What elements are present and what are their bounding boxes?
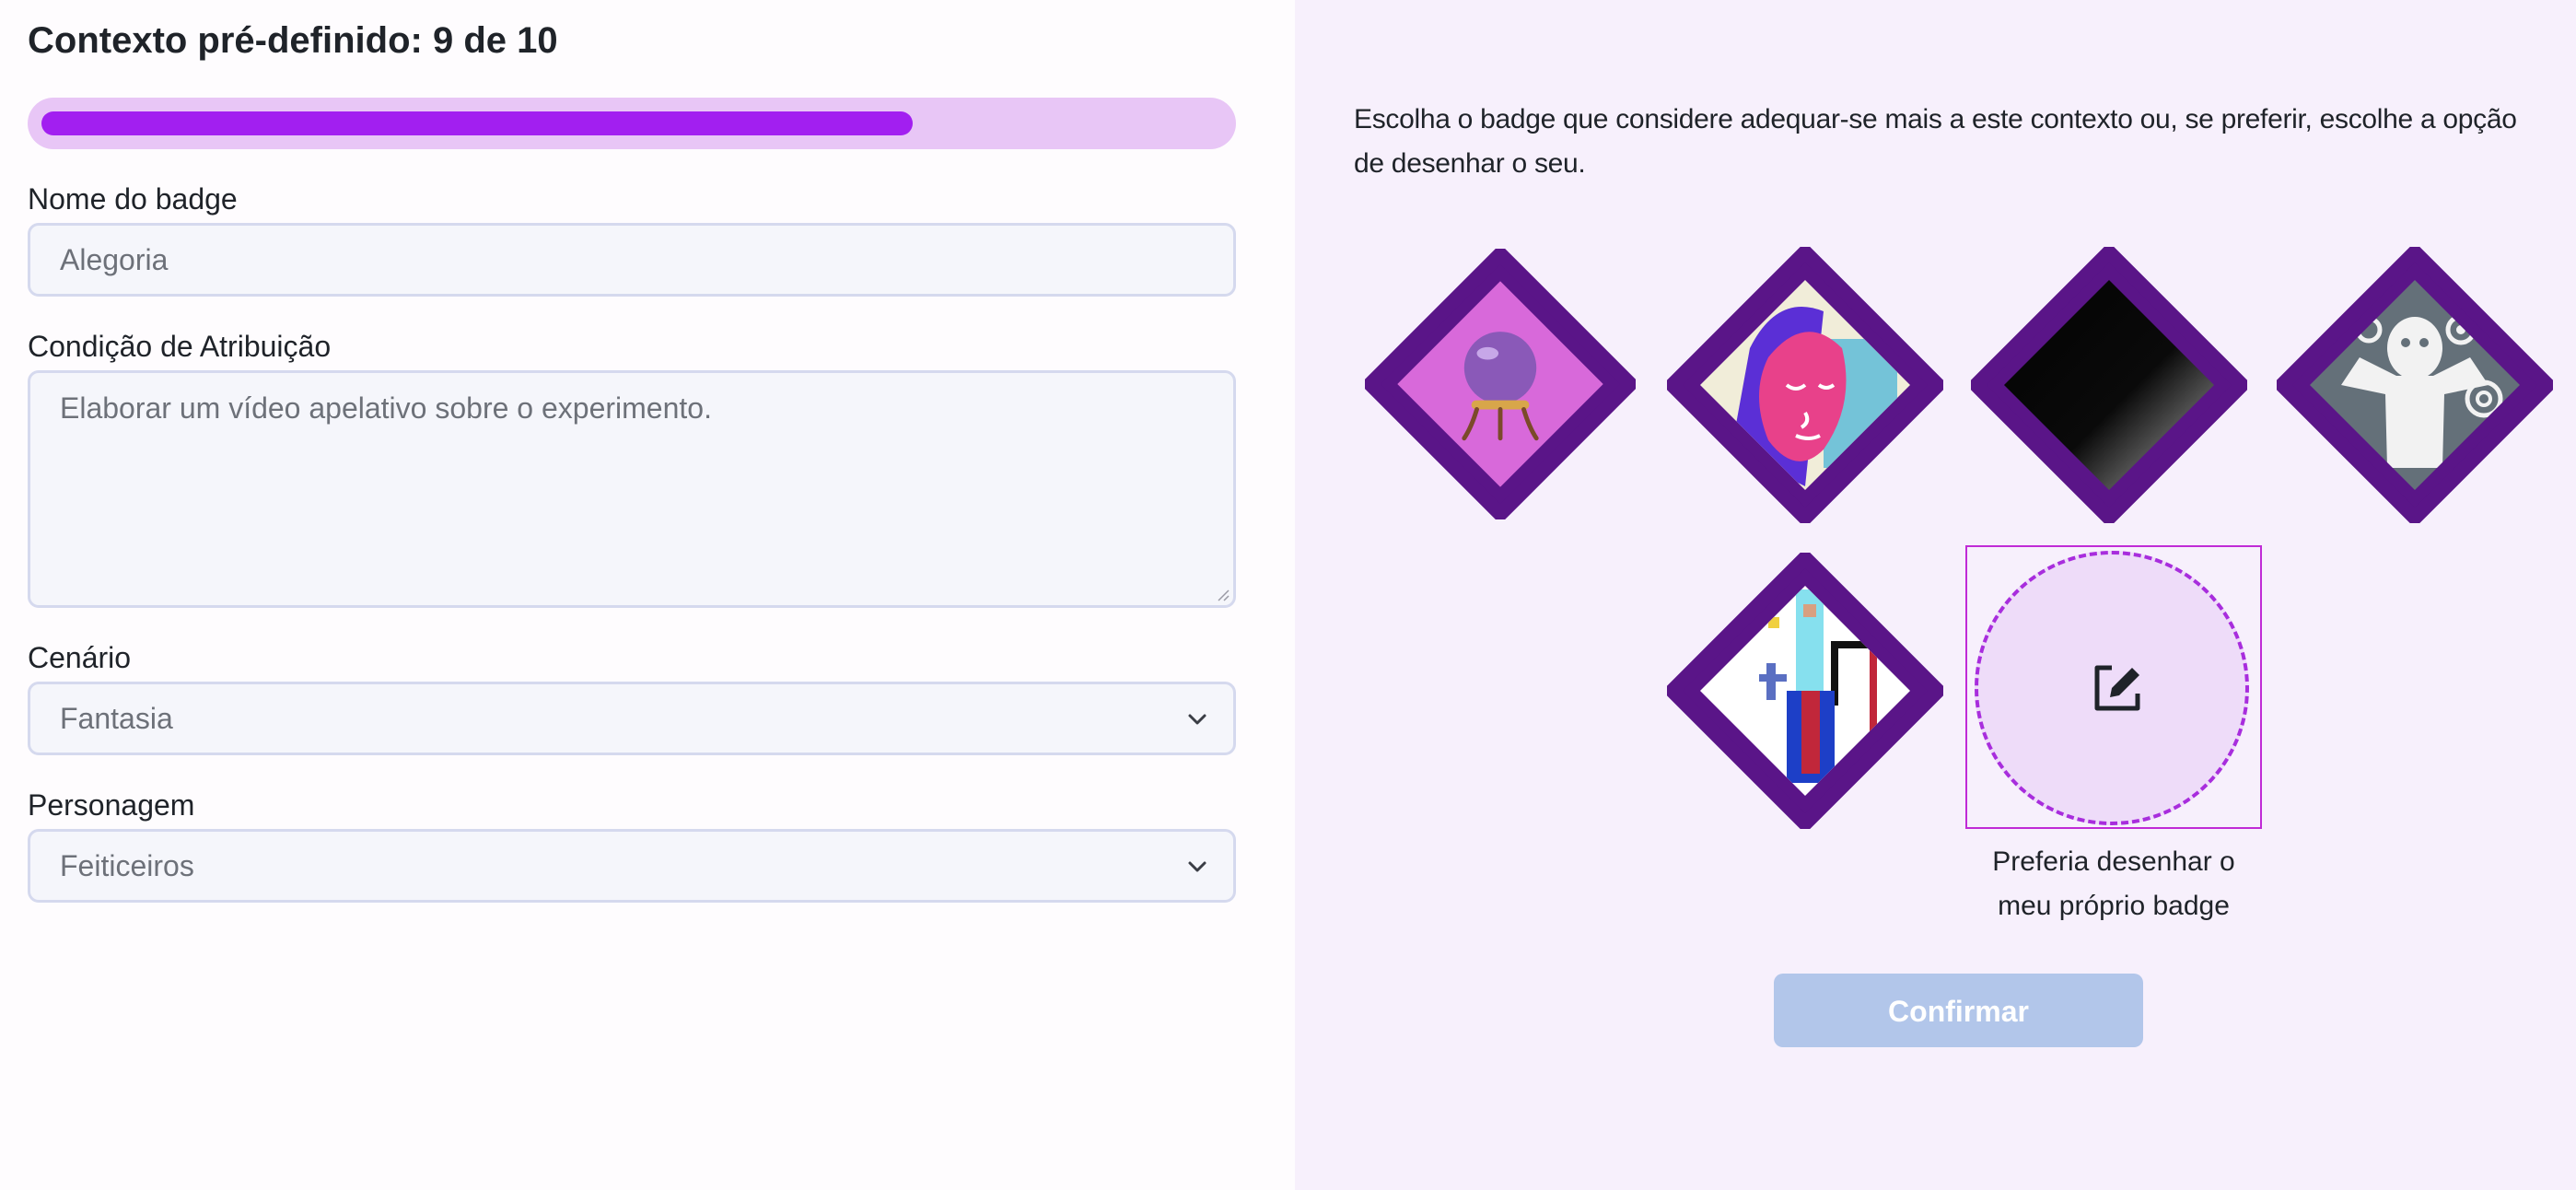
badge-name-label: Nome do badge <box>28 182 238 216</box>
scenario-value: Fantasia <box>60 702 173 735</box>
draw-own-badge-option[interactable] <box>1965 545 2262 829</box>
dark-glossy-badge[interactable] <box>1971 247 2247 523</box>
condition-label: Condição de Atribuição <box>28 330 332 363</box>
chevron-down-icon <box>1188 714 1206 725</box>
progress-bar <box>28 98 1236 149</box>
scenario-select[interactable]: Fantasia <box>28 682 1236 755</box>
draw-own-badge-circle <box>1975 551 2249 825</box>
character-value: Feiticeiros <box>60 849 194 882</box>
spirit-figure-badge[interactable] <box>2277 247 2553 523</box>
draw-own-badge-label: Preferia desenhar o meu próprio badge <box>1992 846 2235 921</box>
confirm-button[interactable]: Confirmar <box>1774 974 2143 1047</box>
condition-textarea[interactable]: Elaborar um vídeo apelativo sobre o expe… <box>28 370 1236 608</box>
form-panel: Contexto pré-definido: 9 de 10 Nome do b… <box>0 0 1295 1190</box>
scenario-label: Cenário <box>28 641 132 674</box>
crystal-ball-badge[interactable] <box>1365 249 1636 519</box>
character-select[interactable]: Feiticeiros <box>28 829 1236 903</box>
edit-icon <box>2094 665 2140 711</box>
pixel-wizard-badge[interactable] <box>1667 553 1943 829</box>
resize-handle-icon[interactable] <box>1217 589 1230 601</box>
instructions-text: Escolha o badge que considere adequar-se… <box>1354 104 2517 179</box>
character-label: Personagem <box>28 788 195 822</box>
page-title: Contexto pré-definido: 9 de 10 <box>28 20 558 61</box>
condition-text: Elaborar um vídeo apelativo sobre o expe… <box>60 391 712 425</box>
pink-face-badge[interactable] <box>1667 247 1943 523</box>
badge-name-input[interactable]: Alegoria <box>28 223 1236 297</box>
progress-fill <box>41 111 913 135</box>
chevron-down-icon <box>1188 861 1206 872</box>
